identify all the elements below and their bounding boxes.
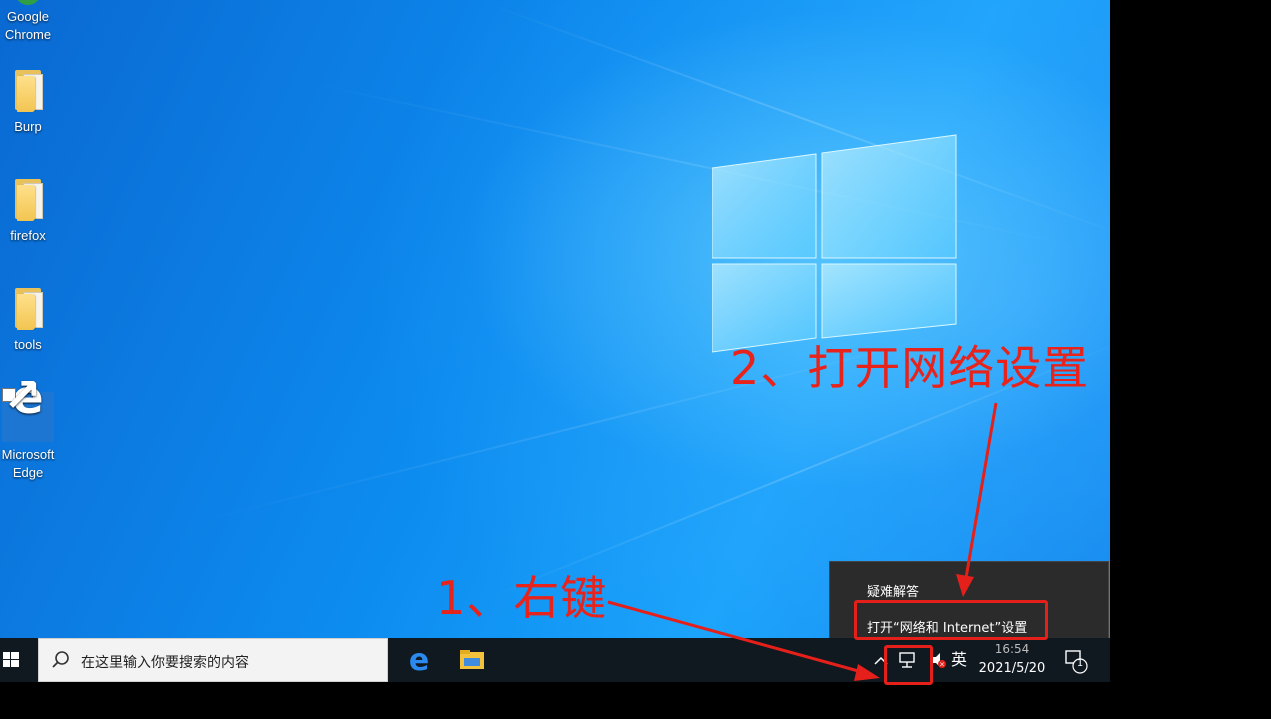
notification-count: 1 [1076, 658, 1084, 669]
taskbar: 在这里输入你要搜索的内容 e × 英 16:54 2021/5/20 1 [0, 638, 1110, 682]
search-placeholder: 在这里输入你要搜索的内容 [81, 655, 249, 671]
start-button[interactable] [0, 638, 36, 682]
taskbar-edge-button[interactable]: e [395, 638, 443, 682]
svg-text:×: × [939, 661, 945, 669]
desktop-icon-edge[interactable]: e ↗ Microsoft Edge [0, 372, 56, 482]
windows-logo [712, 134, 957, 353]
desktop-icon-burp[interactable]: Burp [0, 68, 56, 136]
edge-icon: e ↗ [2, 372, 54, 442]
desktop-icon-label: Edge [12, 465, 44, 480]
desktop-icon-label: tools [14, 337, 42, 352]
shortcut-arrow-icon: ↗ [2, 368, 42, 422]
folder-icon [11, 286, 45, 330]
windows-start-icon [3, 652, 19, 667]
chrome-icon [17, 0, 39, 5]
desktop-icon-chrome[interactable]: Google Chrome [0, 0, 56, 44]
annotation-step1: 1、右键 [436, 571, 608, 625]
annotation-step2: 2、打开网络设置 [730, 341, 1090, 395]
folder-icon [11, 68, 45, 112]
desktop-icon-label: Microsoft [1, 447, 55, 462]
clock-date: 2021/5/20 [978, 661, 1046, 676]
action-center-button[interactable]: 1 [1056, 638, 1096, 682]
file-explorer-icon [460, 650, 484, 669]
menu-item-troubleshoot[interactable]: 疑难解答 [867, 581, 919, 600]
taskbar-file-explorer-button[interactable] [448, 638, 496, 682]
desktop-icon-firefox[interactable]: firefox [0, 177, 56, 245]
svg-text:e: e [409, 643, 429, 678]
highlight-menu-item [854, 600, 1048, 640]
clock-time: 16:54 [994, 642, 1030, 656]
input-language-indicator[interactable]: 英 [948, 638, 970, 682]
desktop-icon-tools[interactable]: tools [0, 286, 56, 354]
folder-icon [11, 177, 45, 221]
search-icon [52, 651, 69, 668]
desktop-icon-label: Burp [14, 119, 42, 134]
highlight-network-icon [884, 645, 933, 685]
taskbar-search-box[interactable]: 在这里输入你要搜索的内容 [38, 638, 388, 682]
clock[interactable]: 16:54 2021/5/20 [972, 638, 1052, 682]
edge-icon: e [409, 643, 429, 678]
light-ray [299, 80, 1083, 249]
desktop-icon-label: Chrome [4, 27, 52, 42]
desktop-icon-label: firefox [10, 228, 46, 243]
desktop-icon-label: Google [7, 9, 49, 24]
